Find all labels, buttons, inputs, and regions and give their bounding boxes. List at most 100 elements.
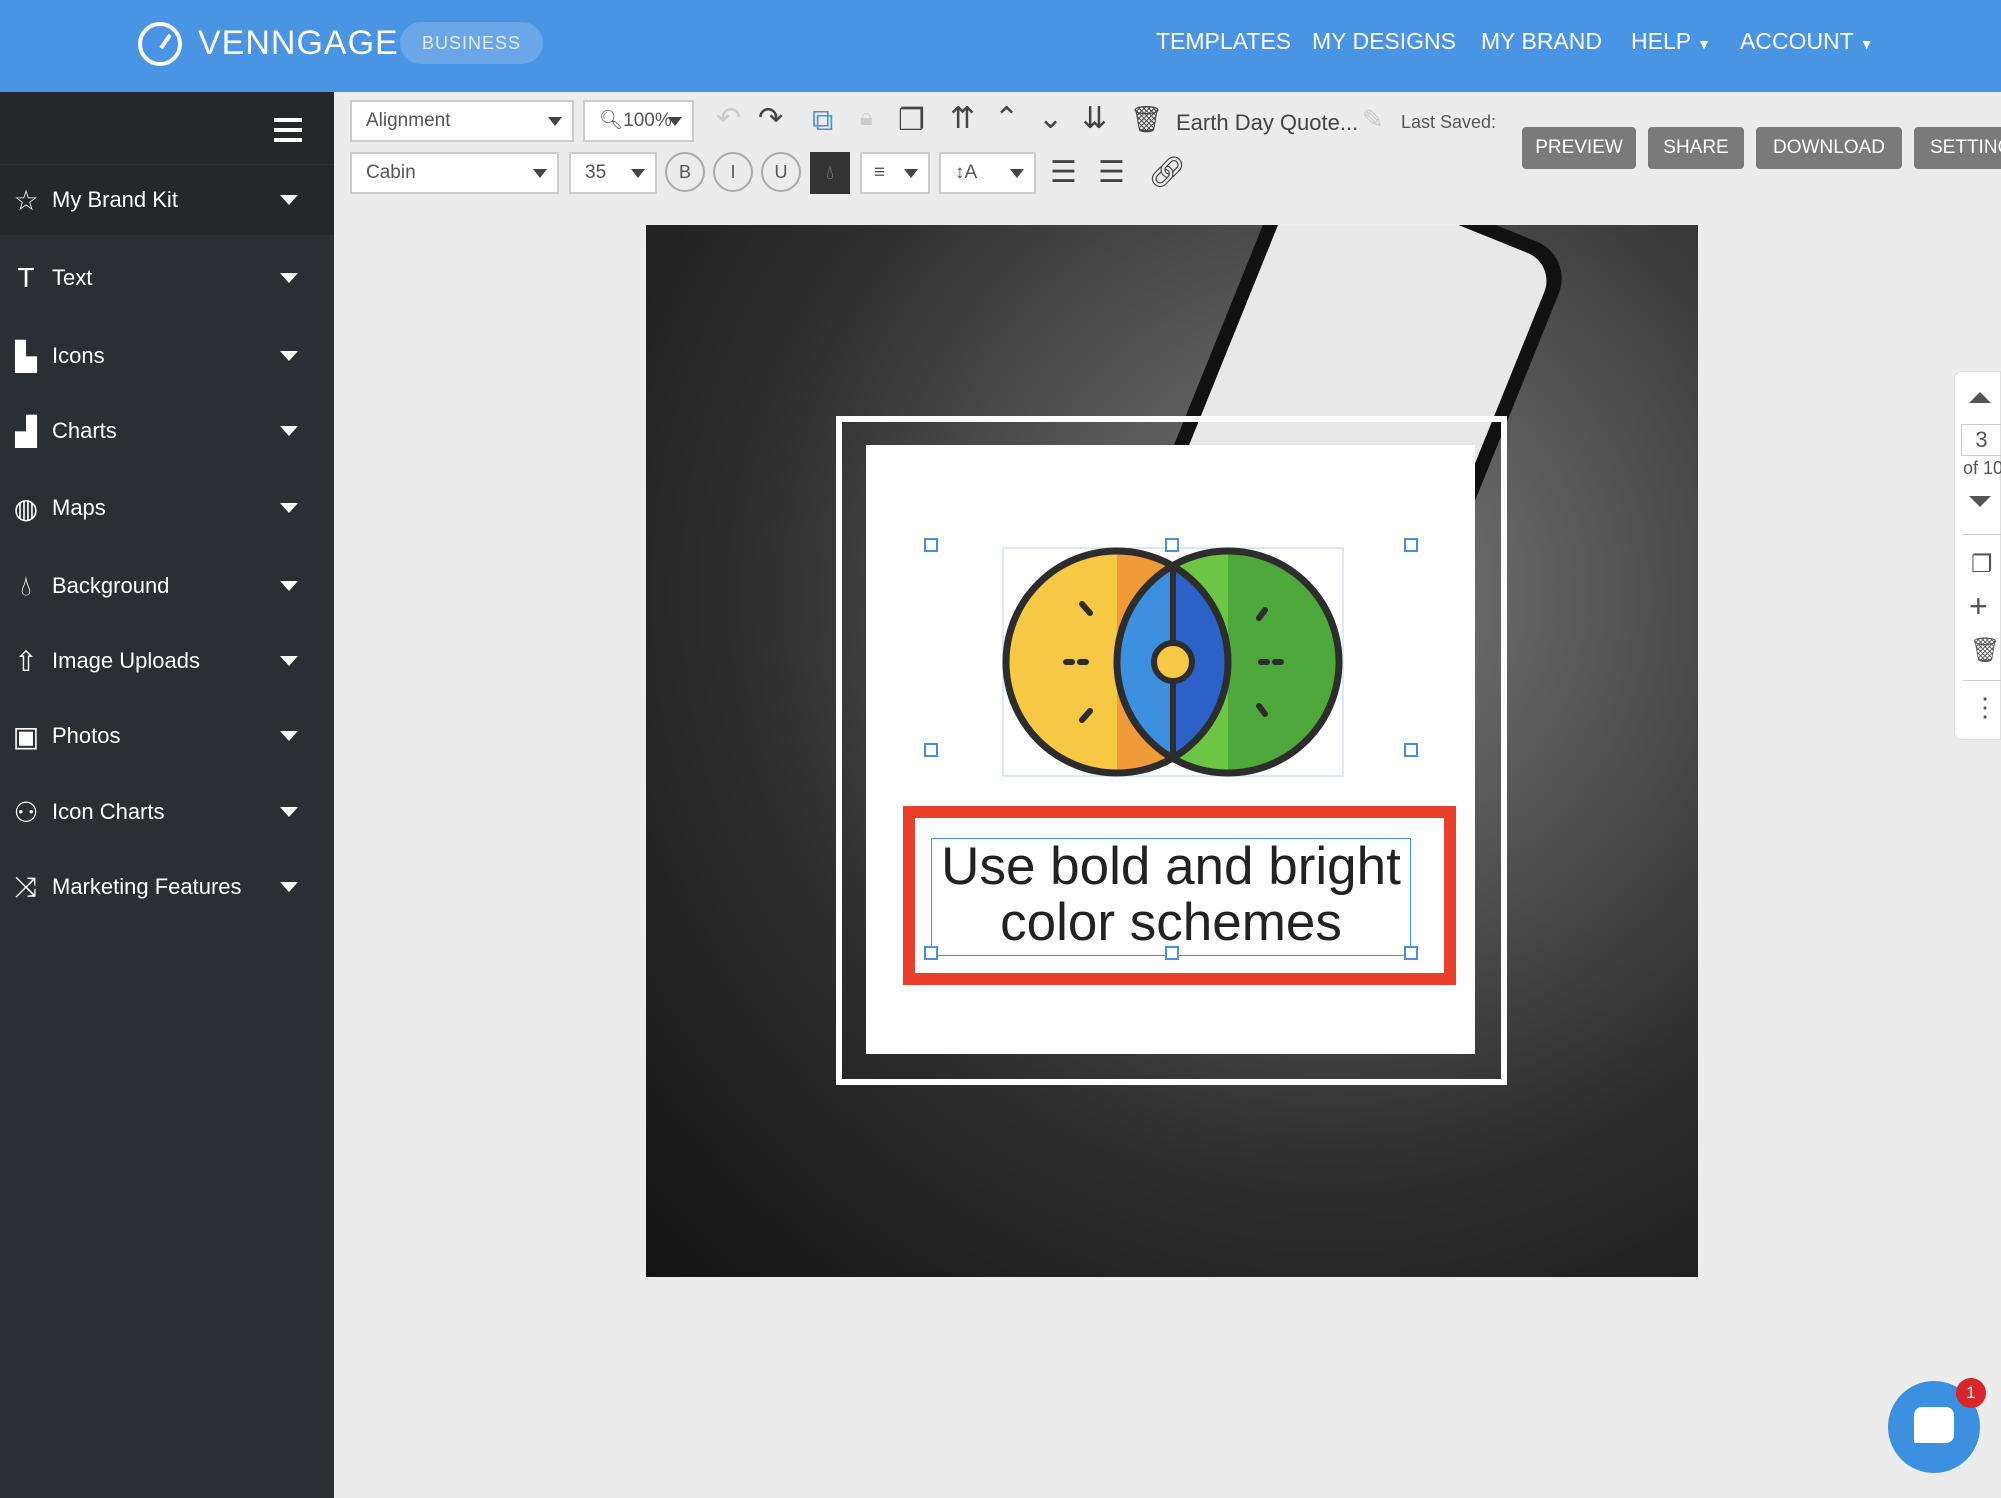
alignment-label: Alignment [366, 110, 451, 131]
text-align-dropdown[interactable]: ≡ [860, 152, 930, 194]
italic-button[interactable]: I [713, 152, 753, 192]
star-icon: ☆ [13, 184, 39, 216]
design-canvas[interactable]: Use bold and bright color schemes [646, 225, 1698, 1277]
previous-page-icon[interactable] [1969, 392, 1991, 403]
more-options-icon[interactable]: ⋮ [1972, 694, 1998, 720]
text-icon: T [17, 262, 35, 293]
underline-button[interactable]: U [761, 152, 801, 192]
chevron-down-icon [280, 503, 298, 513]
chevron-down-icon [280, 581, 298, 591]
page-number-input[interactable]: 3 [1961, 424, 2001, 456]
resize-handle[interactable] [924, 946, 938, 960]
resize-handle[interactable] [1404, 743, 1418, 757]
bullet-list-icon[interactable]: ☰ [1098, 158, 1125, 188]
trash-icon[interactable]: 🗑︎ [1130, 106, 1163, 132]
image-icon: ▣ [12, 720, 40, 752]
undo-icon[interactable]: ↶ [716, 104, 741, 134]
quote-text-box[interactable]: Use bold and bright color schemes [931, 838, 1411, 956]
zoom-dropdown[interactable]: 🔍︎100% [583, 100, 694, 142]
resize-handle[interactable] [1404, 946, 1418, 960]
sidebar-item-image-uploads[interactable]: ⇧ Image Uploads [0, 626, 334, 696]
send-backward-icon[interactable]: ⌄ [1038, 104, 1063, 134]
chevron-down-icon [280, 807, 298, 817]
quote-line-2: color schemes [1000, 893, 1342, 952]
venngage-logo-icon[interactable] [138, 22, 182, 66]
document-title[interactable]: Earth Day Quote... [1176, 110, 1358, 136]
sidebar-item-charts[interactable]: ▟ Charts [0, 396, 334, 466]
nav-help-label: HELP [1631, 28, 1691, 54]
resize-handle[interactable] [1404, 538, 1418, 552]
page-navigator: 3 of 10 ❐ + 🗑︎ ⋮ [1954, 371, 2001, 740]
duplicate-icon[interactable]: ❐ [898, 106, 925, 136]
chevron-down-icon [280, 195, 298, 205]
nav-account[interactable]: ACCOUNT ▼ [1740, 28, 1874, 55]
bold-button[interactable]: B [665, 152, 705, 192]
plan-badge: BUSINESS [400, 22, 544, 64]
delete-page-icon[interactable]: 🗑︎ [1970, 636, 2000, 665]
edit-title-icon[interactable]: ✎ [1362, 106, 1384, 132]
share-button[interactable]: SHARE [1648, 127, 1744, 169]
sidebar-top [0, 92, 334, 164]
venn-diagram-icon[interactable] [646, 225, 1698, 1277]
nav-help[interactable]: HELP ▼ [1631, 28, 1711, 55]
chevron-down-icon [1010, 169, 1024, 178]
hamburger-menu-icon[interactable] [274, 118, 302, 142]
chevron-down-icon: ▼ [1859, 36, 1874, 52]
settings-button[interactable]: SETTINGS [1914, 127, 2001, 169]
chevron-down-icon [280, 656, 298, 666]
text-color-button[interactable]: 💧︎ [810, 152, 850, 194]
drop-icon: 💧︎ [20, 569, 32, 601]
last-saved-label: Last Saved: [1401, 112, 1497, 132]
sidebar-item-my-brand-kit[interactable]: ☆ My Brand Kit [0, 165, 334, 235]
sidebar-item-background[interactable]: 💧︎ Background [0, 551, 334, 621]
resize-handle[interactable] [924, 743, 938, 757]
brand-name[interactable]: VENNGAGE [198, 24, 399, 63]
top-header: VENNGAGE BUSINESS TEMPLATES MY DESIGNS M… [0, 0, 2001, 92]
notification-badge: 1 [1956, 1378, 1986, 1408]
download-button[interactable]: DOWNLOAD [1756, 127, 1902, 169]
redo-icon[interactable]: ↷ [758, 104, 783, 134]
font-size-dropdown[interactable]: 35 [569, 152, 657, 194]
bar-chart-icon: ▟ [15, 415, 37, 447]
nav-my-brand[interactable]: MY BRAND [1481, 28, 1602, 55]
sidebar-item-label: Maps [52, 495, 106, 520]
resize-handle[interactable] [1165, 538, 1179, 552]
link-icon[interactable]: 🔗︎ [1148, 158, 1186, 188]
line-height-dropdown[interactable]: ↕A [939, 152, 1036, 194]
next-page-icon[interactable] [1969, 496, 1991, 507]
sidebar-item-text[interactable]: T Text [0, 243, 334, 313]
duplicate-page-icon[interactable]: ❐ [1971, 550, 1993, 579]
resize-handle[interactable] [924, 538, 938, 552]
chevron-down-icon [533, 169, 547, 178]
globe-icon: ◍ [13, 492, 39, 524]
group-select-icon[interactable]: ⧉ [812, 106, 833, 136]
align-center-icon: ≡ [874, 162, 886, 183]
lock-icon[interactable]: 🔒︎ [860, 106, 873, 130]
preview-button[interactable]: PREVIEW [1522, 127, 1636, 169]
font-dropdown[interactable]: Cabin [350, 152, 559, 194]
resize-handle[interactable] [1165, 946, 1179, 960]
add-page-icon[interactable]: + [1969, 590, 1988, 622]
sidebar-item-maps[interactable]: ◍ Maps [0, 473, 334, 543]
sidebar-item-label: Marketing Features [52, 874, 242, 899]
bring-forward-icon[interactable]: ⌃ [994, 104, 1019, 134]
nav-my-designs[interactable]: MY DESIGNS [1312, 28, 1456, 55]
sidebar-item-icon-charts[interactable]: ⚇ Icon Charts [0, 777, 334, 847]
sidebar-item-photos[interactable]: ▣ Photos [0, 701, 334, 771]
sidebar-item-label: My Brand Kit [52, 187, 178, 212]
chevron-down-icon [904, 169, 918, 178]
nav-templates[interactable]: TEMPLATES [1156, 28, 1291, 55]
chevron-down-icon [280, 731, 298, 741]
quote-line-1: Use bold and bright [941, 837, 1401, 896]
sidebar-item-marketing-features[interactable]: ⤨ Marketing Features [0, 852, 334, 922]
numbered-list-icon[interactable]: ☰ [1050, 158, 1077, 188]
sidebar-item-icons[interactable]: ▙ Icons [0, 321, 334, 391]
alignment-dropdown[interactable]: Alignment [350, 100, 574, 142]
send-to-back-icon[interactable]: ⇊ [1082, 104, 1107, 134]
sidebar-item-label: Icon Charts [52, 799, 165, 824]
nav-account-label: ACCOUNT [1740, 28, 1854, 54]
zoom-value: 100% [623, 110, 672, 131]
page-total: of 10 [1963, 458, 2001, 478]
font-size-value: 35 [585, 162, 607, 183]
bring-to-front-icon[interactable]: ⇈ [950, 104, 975, 134]
